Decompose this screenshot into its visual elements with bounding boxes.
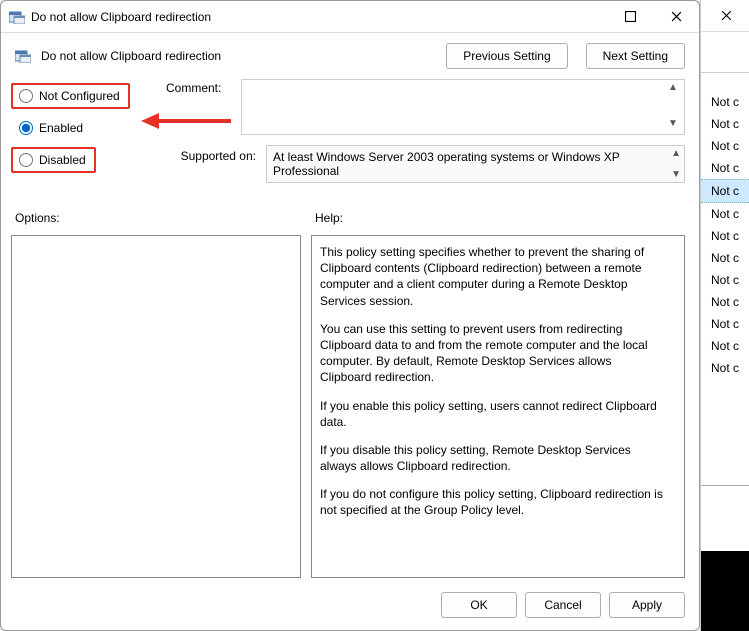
list-item: Not c (701, 203, 749, 225)
list-item: Not c (701, 225, 749, 247)
enabled-label: Enabled (39, 121, 83, 135)
policy-icon (9, 10, 25, 24)
disabled-label: Disabled (39, 153, 86, 167)
supported-on-label: Supported on: (166, 145, 266, 163)
help-text: You can use this setting to prevent user… (320, 321, 664, 386)
list-item: Not c (701, 157, 749, 179)
policy-title: Do not allow Clipboard redirection (41, 49, 428, 63)
not-configured-label: Not Configured (39, 89, 120, 103)
titlebar: Do not allow Clipboard redirection (1, 1, 699, 33)
help-text: If you disable this policy setting, Remo… (320, 442, 664, 474)
help-pane[interactable]: This policy setting specifies whether to… (311, 235, 685, 578)
background-list: Not c Not c Not c Not c Not c Not c Not … (701, 73, 749, 379)
help-text: This policy setting specifies whether to… (320, 244, 664, 309)
scroll-down-icon[interactable]: ▼ (668, 118, 682, 132)
close-icon[interactable] (703, 1, 749, 31)
list-item: Not c (701, 247, 749, 269)
list-item[interactable]: Not c (701, 179, 749, 203)
comment-textarea[interactable]: ▲ ▼ (241, 79, 685, 135)
list-item: Not c (701, 135, 749, 157)
policy-dialog: Do not allow Clipboard redirection Do no… (0, 0, 700, 631)
help-label: Help: (315, 211, 685, 225)
close-button[interactable] (653, 2, 699, 32)
scroll-up-icon: ▲ (671, 148, 681, 159)
apply-button[interactable]: Apply (609, 592, 685, 618)
not-configured-radio[interactable] (19, 89, 33, 103)
list-item: Not c (701, 335, 749, 357)
scroll-up-icon[interactable]: ▲ (668, 82, 682, 96)
list-item: Not c (701, 91, 749, 113)
policy-icon (15, 49, 31, 63)
previous-setting-button[interactable]: Previous Setting (446, 43, 567, 69)
list-item: Not c (701, 113, 749, 135)
state-radio-group: Not Configured Enabled Disabled (11, 79, 166, 189)
maximize-button[interactable] (607, 2, 653, 32)
window-title: Do not allow Clipboard redirection (31, 10, 607, 24)
list-item: Not c (701, 357, 749, 379)
list-item: Not c (701, 291, 749, 313)
next-setting-button[interactable]: Next Setting (586, 43, 685, 69)
options-pane (11, 235, 301, 578)
supported-on-value: At least Windows Server 2003 operating s… (266, 145, 685, 183)
background-window: Not c Not c Not c Not c Not c Not c Not … (700, 0, 749, 631)
scroll-down-icon: ▼ (671, 169, 681, 180)
cancel-button[interactable]: Cancel (525, 592, 601, 618)
enabled-radio[interactable] (19, 121, 33, 135)
help-text: If you enable this policy setting, users… (320, 398, 664, 430)
list-item: Not c (701, 313, 749, 335)
comment-label: Comment: (166, 79, 241, 95)
help-text: If you do not configure this policy sett… (320, 486, 664, 518)
list-item: Not c (701, 269, 749, 291)
background-dark-area (701, 551, 749, 631)
disabled-radio[interactable] (19, 153, 33, 167)
options-label: Options: (15, 211, 315, 225)
ok-button[interactable]: OK (441, 592, 517, 618)
